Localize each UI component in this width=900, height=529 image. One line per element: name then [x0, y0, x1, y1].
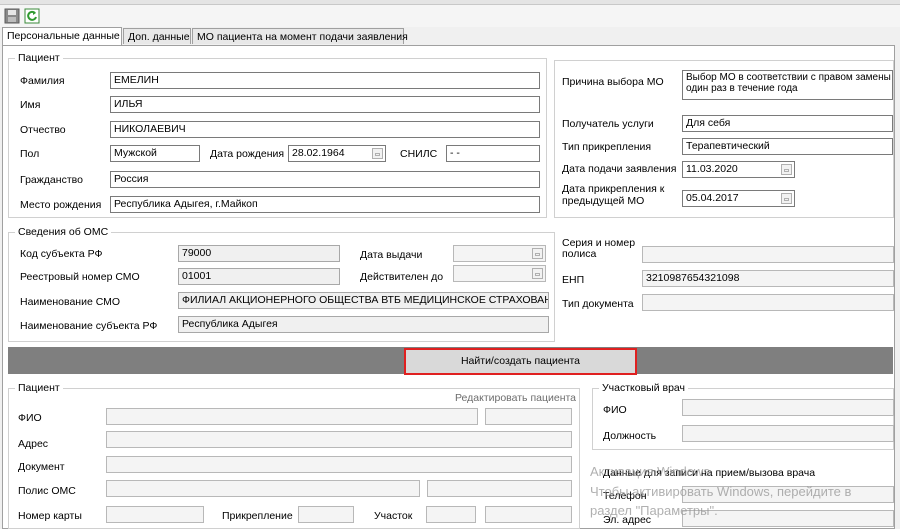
valid-until-field[interactable]	[453, 265, 546, 282]
policy-oms-label: Полис ОМС	[18, 485, 76, 497]
district-field[interactable]	[426, 506, 476, 523]
patient-document-field[interactable]	[106, 456, 572, 473]
tab-personal-data[interactable]: Персональные данные	[2, 27, 122, 45]
patient-group-legend: Пациент	[18, 52, 60, 64]
doctor-fio-label: ФИО	[603, 404, 627, 416]
calendar-icon[interactable]	[532, 268, 543, 279]
smo-reg-field[interactable]: 01001	[178, 268, 340, 285]
doc-type-label: Тип документа	[562, 298, 634, 310]
calendar-icon[interactable]	[372, 148, 383, 159]
patient-result-legend: Пациент	[18, 382, 60, 394]
attach-type-label: Тип прикрепления	[562, 141, 652, 153]
issue-date-label: Дата выдачи	[360, 249, 423, 261]
policy-oms-extra-field[interactable]	[427, 480, 572, 497]
oms-group-legend: Сведения об ОМС	[18, 226, 109, 238]
card-number-label: Номер карты	[18, 510, 82, 522]
prev-attach-label: Дата прикрепления к предыдущей МО	[562, 183, 665, 207]
sex-label: Пол	[20, 148, 40, 160]
watermark-line-2: Чтобы активировать Windows, перейдите в	[590, 484, 852, 499]
recipient-label: Получатель услуги	[562, 118, 654, 130]
smo-reg-label: Реестровый номер СМО	[20, 271, 140, 283]
subject-name-label: Наименование субъекта РФ	[20, 320, 158, 332]
name-label: Имя	[20, 99, 41, 111]
district-extra-field[interactable]	[485, 506, 572, 523]
issue-date-field[interactable]	[453, 245, 546, 262]
subject-code-label: Код субъекта РФ	[20, 248, 103, 260]
refresh-icon[interactable]	[24, 8, 40, 24]
tab-additional-data[interactable]: Доп. данные	[123, 28, 191, 44]
recipient-field[interactable]: Для себя	[682, 115, 893, 132]
application-date-label: Дата подачи заявления	[562, 163, 677, 175]
application-date-value: 11.03.2020	[686, 163, 738, 175]
card-number-field[interactable]	[106, 506, 204, 523]
patient-address-field[interactable]	[106, 431, 572, 448]
find-create-patient-button[interactable]: Найти/создать пациента	[404, 348, 637, 375]
tab-mo-at-application[interactable]: МО пациента на момент подачи заявления	[192, 28, 408, 44]
sex-field[interactable]: Мужской	[110, 145, 200, 162]
calendar-icon[interactable]	[781, 193, 792, 204]
edit-patient-link[interactable]: Редактировать пациента	[455, 392, 576, 404]
smo-name-label: Наименование СМО	[20, 296, 121, 308]
valid-until-label: Действителен до	[360, 271, 444, 283]
prev-attach-value: 05.04.2017	[686, 192, 739, 204]
enp-label: ЕНП	[562, 274, 585, 286]
doc-type-field[interactable]	[642, 294, 894, 311]
doctor-position-label: Должность	[603, 430, 657, 442]
patient-document-label: Документ	[18, 461, 65, 473]
doctor-fio-field[interactable]	[682, 399, 894, 416]
dob-field[interactable]: 28.02.1964	[288, 145, 386, 162]
prev-attach-field[interactable]: 05.04.2017	[682, 190, 795, 207]
subject-name-field[interactable]: Республика Адыгея	[178, 316, 549, 333]
mo-reason-field[interactable]: Выбор МО в соответствии с правом замены …	[682, 70, 893, 100]
attachment-label: Прикрепление	[222, 510, 293, 522]
citizenship-label: Гражданство	[20, 174, 83, 186]
doctor-position-field[interactable]	[682, 425, 894, 442]
surname-label: Фамилия	[20, 75, 65, 87]
mo-reason-label: Причина выбора МО	[562, 76, 664, 88]
patient-fio-label: ФИО	[18, 412, 42, 424]
citizenship-field[interactable]: Россия	[110, 171, 540, 188]
name-field[interactable]: ИЛЬЯ	[110, 96, 540, 113]
attachment-field[interactable]	[298, 506, 354, 523]
policy-series-label: Серия и номер полиса	[562, 237, 636, 260]
patronymic-label: Отчество	[20, 124, 66, 136]
patient-address-label: Адрес	[18, 438, 49, 450]
watermark-line-1: Активация Windows	[590, 464, 710, 479]
patient-fio-field[interactable]	[106, 408, 478, 425]
smo-name-field[interactable]: ФИЛИАЛ АКЦИОНЕРНОГО ОБЩЕСТВА ВТБ МЕДИЦИН…	[178, 292, 549, 309]
enp-field[interactable]: 3210987654321098	[642, 270, 894, 287]
subject-code-field[interactable]: 79000	[178, 245, 340, 262]
attach-type-field[interactable]: Терапевтический	[682, 138, 893, 155]
watermark-line-3: раздел "Параметры".	[590, 503, 718, 518]
application-date-field[interactable]: 11.03.2020	[682, 161, 795, 178]
calendar-icon[interactable]	[532, 248, 543, 259]
district-label: Участок	[374, 510, 413, 522]
dob-value: 28.02.1964	[292, 147, 345, 159]
patient-fio-extra-field[interactable]	[485, 408, 572, 425]
patronymic-field[interactable]: НИКОЛАЕВИЧ	[110, 121, 540, 138]
toolbar	[0, 5, 900, 27]
dob-label: Дата рождения	[210, 148, 285, 160]
snils-label: СНИЛС	[400, 148, 438, 160]
surname-field[interactable]: ЕМЕЛИН	[110, 72, 540, 89]
policy-series-field[interactable]	[642, 246, 894, 263]
save-icon[interactable]	[4, 8, 20, 24]
policy-oms-field[interactable]	[106, 480, 420, 497]
birthplace-label: Место рождения	[20, 199, 102, 211]
doctor-group-legend: Участковый врач	[602, 382, 685, 394]
birthplace-field[interactable]: Республика Адыгея, г.Майкоп	[110, 196, 540, 213]
calendar-icon[interactable]	[781, 164, 792, 175]
snils-field[interactable]: - -	[446, 145, 540, 162]
